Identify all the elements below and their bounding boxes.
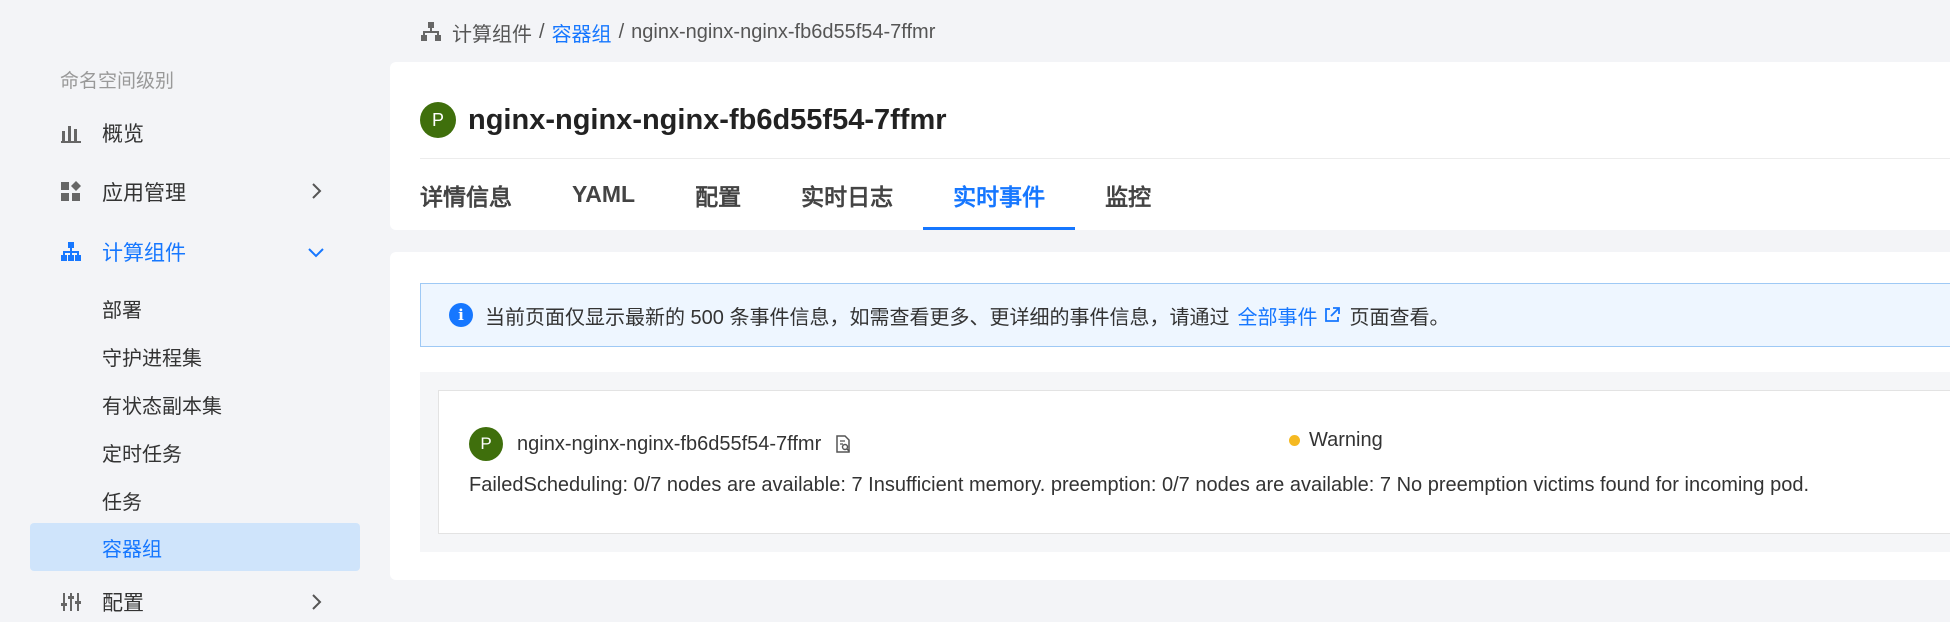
external-link-icon	[1325, 307, 1341, 322]
breadcrumb-separator: /	[618, 20, 625, 43]
sidebar-subitem-pods[interactable]: 容器组	[30, 523, 360, 571]
warning-status-dot	[1289, 435, 1300, 446]
event-header: P nginx-nginx-nginx-fb6d55f54-7ffmr	[469, 427, 853, 461]
breadcrumb: 计算组件 / 容器组 / nginx-nginx-nginx-fb6d55f54…	[420, 17, 935, 47]
sidebar-subitem-label: 定时任务	[102, 443, 182, 466]
tab-realtime-events[interactable]: 实时事件	[923, 159, 1076, 230]
sidebar-item-label: 应用管理	[102, 182, 186, 205]
pod-header-card: P nginx-nginx-nginx-fb6d55f54-7ffmr 详情信息…	[390, 62, 1950, 230]
tab-details[interactable]: 详情信息	[420, 159, 542, 230]
sidebar-subitem-daemonsets[interactable]: 守护进程集	[30, 332, 360, 380]
all-events-link[interactable]: 全部事件	[1237, 301, 1341, 330]
info-banner-text: 当前页面仅显示最新的 500 条事件信息，如需查看更多、更详细的事件信息，请通过	[485, 306, 1230, 329]
tab-config[interactable]: 配置	[665, 159, 771, 230]
sidebar-item-app-management[interactable]: 应用管理	[60, 172, 186, 212]
sitemap-icon	[421, 22, 441, 41]
event-status-label: Warning	[1309, 429, 1383, 451]
tab-realtime-logs[interactable]: 实时日志	[771, 159, 923, 230]
info-icon: i	[449, 303, 473, 327]
sidebar-subitem-label: 容器组	[102, 538, 162, 561]
breadcrumb-current: nginx-nginx-nginx-fb6d55f54-7ffmr	[631, 20, 936, 43]
sidebar-item-label: 概览	[102, 123, 144, 146]
sidebar-item-compute[interactable]: 计算组件	[60, 232, 186, 272]
events-content-card: i 当前页面仅显示最新的 500 条事件信息，如需查看更多、更详细的事件信息，请…	[390, 252, 1950, 580]
sliders-icon	[61, 593, 81, 611]
event-pod-name: nginx-nginx-nginx-fb6d55f54-7ffmr	[517, 432, 822, 455]
sidebar-section-label: 命名空间级别	[60, 71, 175, 92]
all-events-link-label: 全部事件	[1237, 306, 1318, 329]
page-title: nginx-nginx-nginx-fb6d55f54-7ffmr	[468, 103, 947, 136]
sidebar-item-config[interactable]: 配置	[60, 582, 144, 622]
sidebar-item-label: 计算组件	[102, 242, 186, 265]
sidebar: 命名空间级别 概览 应用管理 计算组件 部署 守护进程集 有状态副本集 定时任务…	[0, 0, 378, 615]
event-status: Warning	[1289, 429, 1383, 452]
sidebar-subitem-label: 守护进程集	[102, 347, 202, 370]
event-list: P nginx-nginx-nginx-fb6d55f54-7ffmr Warn…	[420, 372, 1950, 552]
breadcrumb-root[interactable]: 计算组件	[452, 18, 532, 47]
sidebar-item-overview[interactable]: 概览	[60, 113, 144, 153]
sidebar-item-label: 配置	[102, 592, 144, 615]
tab-bar: 详情信息 YAML 配置 实时日志 实时事件 监控	[420, 159, 1181, 230]
sidebar-subitem-jobs[interactable]: 任务	[30, 476, 360, 524]
pod-title-row: P nginx-nginx-nginx-fb6d55f54-7ffmr	[420, 102, 947, 138]
info-banner-tail: 页面查看。	[1349, 306, 1450, 329]
sidebar-subitem-label: 部署	[102, 299, 142, 322]
pod-badge: P	[420, 102, 456, 138]
tab-yaml[interactable]: YAML	[542, 159, 665, 230]
bar-chart-icon	[61, 126, 81, 143]
sidebar-subitem-cronjobs[interactable]: 定时任务	[30, 428, 360, 476]
sidebar-subitem-label: 任务	[102, 491, 142, 514]
chevron-down-icon[interactable]	[306, 242, 326, 262]
tab-monitoring[interactable]: 监控	[1075, 159, 1181, 230]
document-search-icon[interactable]	[833, 434, 853, 454]
breadcrumb-separator: /	[539, 20, 545, 43]
chevron-right-icon[interactable]	[306, 181, 326, 201]
apps-icon	[61, 181, 81, 201]
sitemap-icon	[61, 242, 81, 261]
pod-badge: P	[469, 427, 503, 461]
chevron-right-icon[interactable]	[306, 592, 326, 612]
event-message: FailedScheduling: 0/7 nodes are availabl…	[469, 474, 1810, 496]
sidebar-subitem-deployments[interactable]: 部署	[30, 284, 360, 332]
sidebar-subitem-statefulsets[interactable]: 有状态副本集	[30, 380, 360, 428]
event-item: P nginx-nginx-nginx-fb6d55f54-7ffmr Warn…	[438, 390, 1950, 534]
sidebar-subitem-label: 有状态副本集	[102, 395, 222, 418]
info-banner: i 当前页面仅显示最新的 500 条事件信息，如需查看更多、更详细的事件信息，请…	[420, 283, 1950, 347]
breadcrumb-parent-link[interactable]: 容器组	[552, 18, 612, 47]
